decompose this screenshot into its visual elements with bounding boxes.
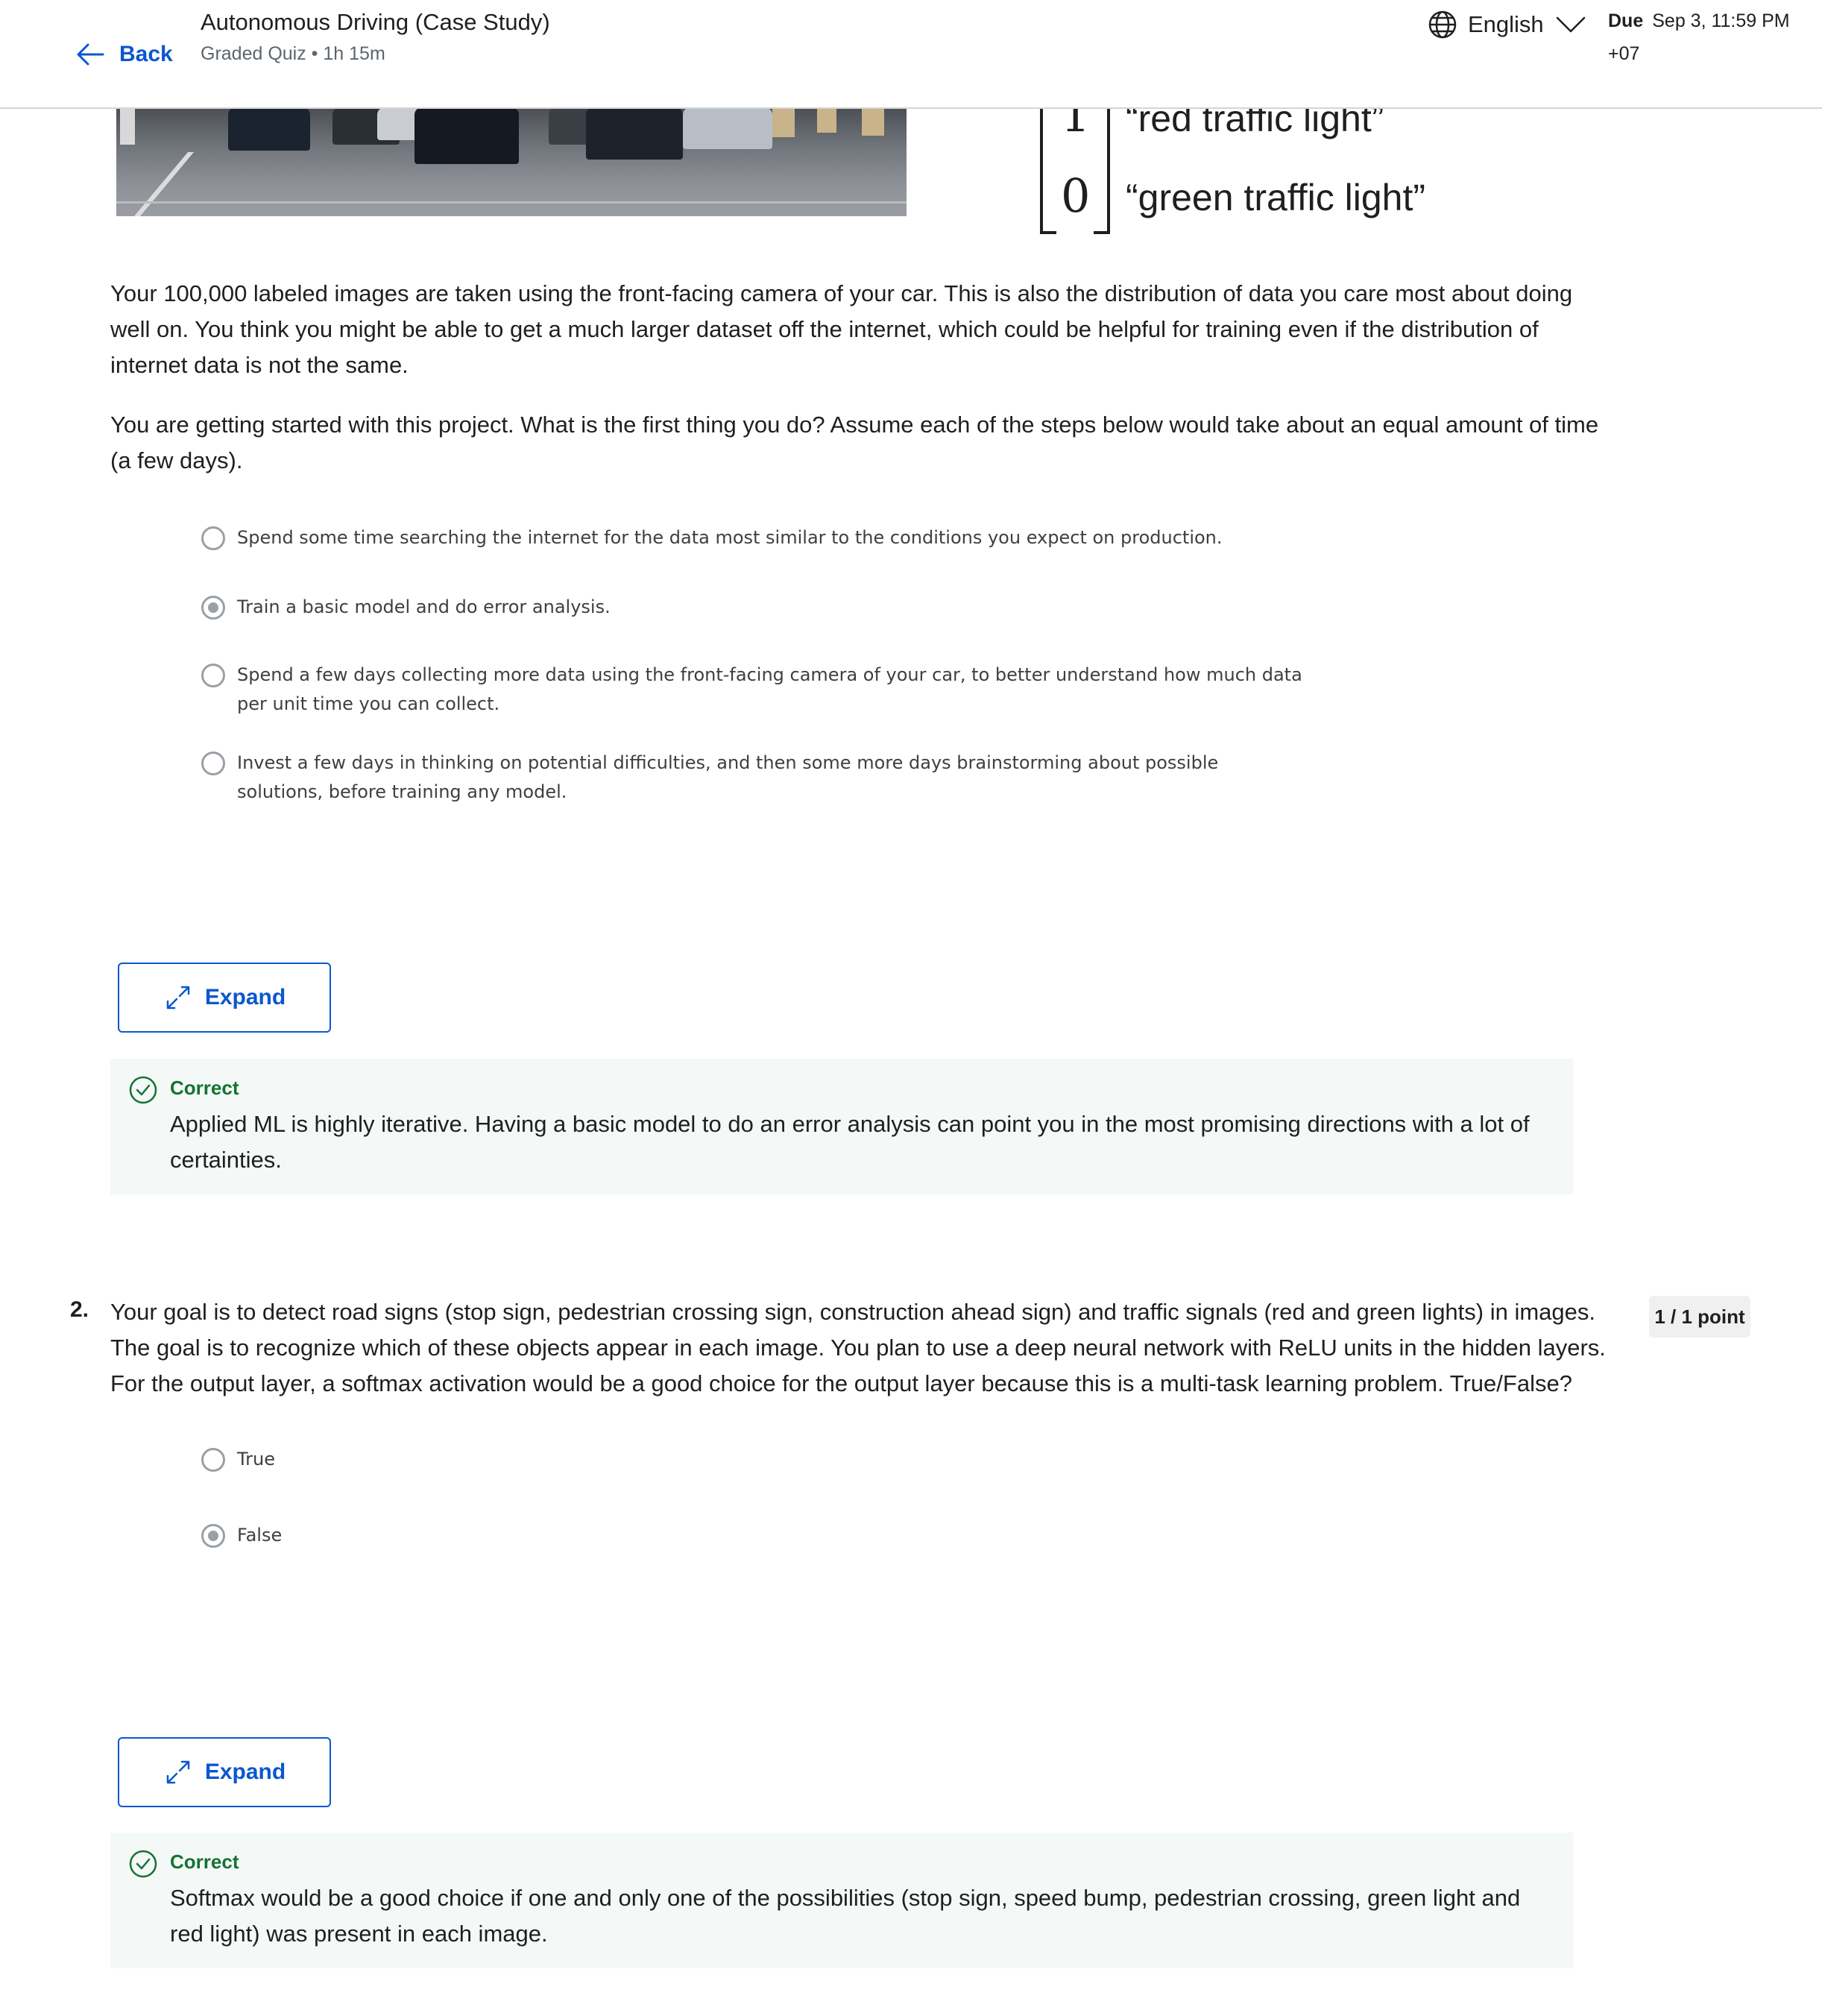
feedback-title: Correct <box>170 1077 239 1099</box>
back-label: Back <box>119 42 173 66</box>
radio-button-selected[interactable] <box>201 1524 225 1548</box>
due-date-value: Sep 3, 11:59 PM <box>1652 10 1790 31</box>
back-button[interactable]: Back <box>75 39 173 70</box>
traffic-photo <box>116 107 907 216</box>
radio-button[interactable] <box>201 664 225 687</box>
language-label: English <box>1468 11 1544 37</box>
language-selector[interactable]: English <box>1428 9 1587 40</box>
question-2-text: Your goal is to detect road signs (stop … <box>110 1299 1606 1396</box>
radio-button-selected[interactable] <box>201 596 225 620</box>
feedback-title: Correct <box>170 1850 239 1873</box>
points-badge: 1 / 1 point <box>1649 1296 1750 1338</box>
radio-button[interactable] <box>201 1448 225 1472</box>
question-1-paragraph-2: You are getting started with this projec… <box>110 412 1599 473</box>
course-subtitle: Graded Quiz • 1h 15m <box>201 43 385 64</box>
option-label: Train a basic model and do error analysi… <box>237 596 611 617</box>
vector-value-2: 0 <box>1061 168 1091 223</box>
globe-icon <box>1428 10 1457 39</box>
due-date: Due Sep 3, 11:59 PM <box>1608 10 1790 32</box>
radio-button[interactable] <box>201 526 225 550</box>
q1-option-4[interactable]: Invest a few days in thinking on potenti… <box>201 749 1305 807</box>
q2-option-false[interactable]: False <box>201 1521 1320 1550</box>
question-number: 2. <box>70 1297 89 1322</box>
feedback-panel: Correct Applied ML is highly iterative. … <box>110 1059 1573 1194</box>
expand-button[interactable]: Expand <box>118 1737 331 1807</box>
feedback-text: Applied ML is highly iterative. Having a… <box>170 1111 1530 1173</box>
expand-label: Expand <box>204 1760 286 1784</box>
check-circle-icon <box>129 1850 157 1878</box>
q1-option-1[interactable]: Spend some time searching the internet f… <box>201 523 1320 552</box>
due-timezone: +07 <box>1608 43 1640 64</box>
expand-label: Expand <box>204 985 286 1009</box>
course-title: Autonomous Driving (Case Study) <box>201 9 550 35</box>
option-label: Invest a few days in thinking on potenti… <box>237 752 1219 802</box>
question-1-paragraph-1: Your 100,000 labeled images are taken us… <box>110 280 1573 378</box>
top-header: Back Autonomous Driving (Case Study) Gra… <box>0 0 1822 109</box>
q2-option-true[interactable]: True <box>201 1445 1320 1474</box>
vector-label-green: “green traffic light” <box>1126 177 1426 218</box>
q1-option-3[interactable]: Spend a few days collecting more data us… <box>201 661 1305 719</box>
due-label: Due <box>1608 10 1644 31</box>
option-label: True <box>237 1449 275 1470</box>
check-circle-icon <box>129 1076 157 1104</box>
option-label: Spend some time searching the internet f… <box>237 527 1223 548</box>
radio-button[interactable] <box>201 752 225 775</box>
feedback-panel: Correct Softmax would be a good choice i… <box>110 1833 1573 1968</box>
option-label: Spend a few days collecting more data us… <box>237 664 1302 714</box>
expand-button[interactable]: Expand <box>118 963 331 1033</box>
arrow-left-icon <box>77 43 104 66</box>
expand-arrows-icon <box>166 1760 190 1784</box>
q1-option-2[interactable]: Train a basic model and do error analysi… <box>201 593 1320 622</box>
feedback-text: Softmax would be a good choice if one an… <box>170 1885 1521 1947</box>
option-label: False <box>237 1525 283 1546</box>
expand-arrows-icon <box>166 986 190 1009</box>
chevron-down-icon <box>1556 16 1585 33</box>
